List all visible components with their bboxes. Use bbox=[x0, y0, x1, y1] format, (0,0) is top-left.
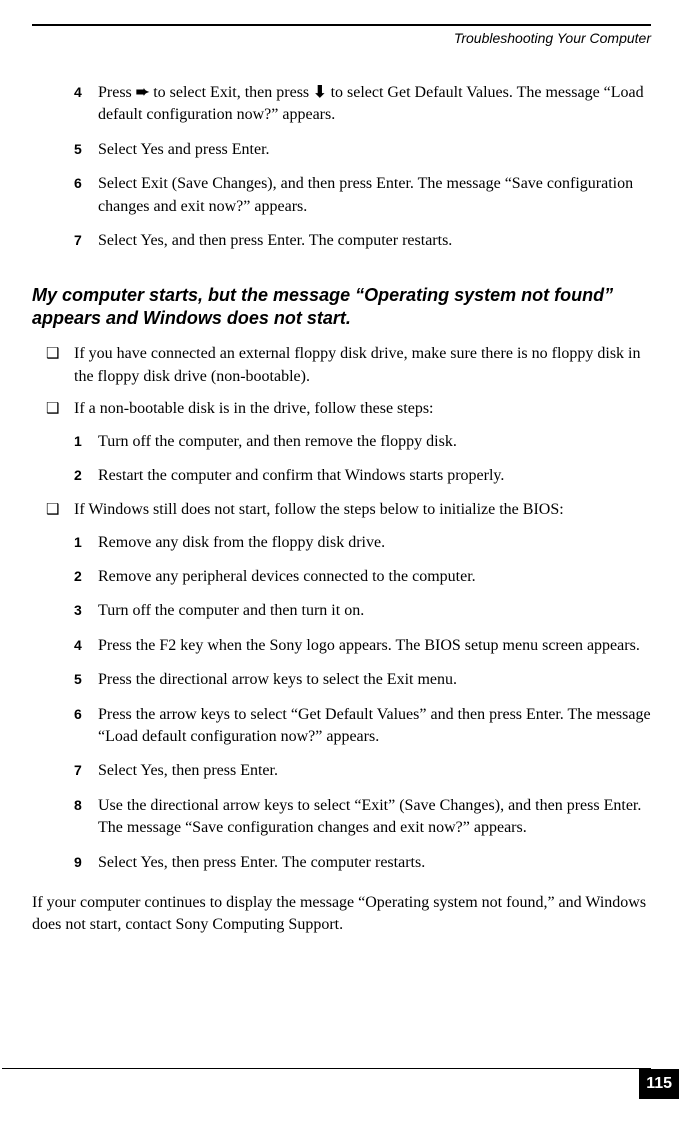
step-number: 1 bbox=[74, 532, 98, 554]
text: to select Exit, then press bbox=[149, 84, 313, 101]
bullet-icon: ❑ bbox=[46, 343, 74, 388]
substep: 5Press the directional arrow keys to sel… bbox=[32, 669, 651, 691]
bullet-item: ❑ If you have connected an external flop… bbox=[32, 343, 651, 388]
step-body: Turn off the computer, and then remove t… bbox=[98, 431, 651, 453]
step-body: Select Yes, then press Enter. bbox=[98, 760, 651, 782]
substep: 1 Turn off the computer, and then remove… bbox=[32, 431, 651, 453]
text: Press bbox=[98, 84, 136, 101]
step-body: Select Yes and press Enter. bbox=[98, 139, 651, 161]
step-number: 2 bbox=[74, 566, 98, 588]
footer-rule bbox=[2, 1068, 651, 1069]
step-body: Press the F2 key when the Sony logo appe… bbox=[98, 635, 651, 657]
header-rule bbox=[32, 24, 651, 26]
step-number: 5 bbox=[74, 139, 98, 161]
step-number: 9 bbox=[74, 852, 98, 874]
step-body: Remove any disk from the floppy disk dri… bbox=[98, 532, 651, 554]
step-body: Press the arrow keys to select “Get Defa… bbox=[98, 704, 651, 749]
step-body: Restart the computer and confirm that Wi… bbox=[98, 465, 651, 487]
step-7: 7 Select Yes, and then press Enter. The … bbox=[32, 230, 651, 252]
substep: 2Remove any peripheral devices connected… bbox=[32, 566, 651, 588]
step-body: Turn off the computer and then turn it o… bbox=[98, 600, 651, 622]
step-number: 6 bbox=[74, 173, 98, 218]
step-number: 8 bbox=[74, 795, 98, 840]
step-number: 6 bbox=[74, 704, 98, 749]
step-number: 7 bbox=[74, 230, 98, 252]
substep: 8Use the directional arrow keys to selec… bbox=[32, 795, 651, 840]
step-number: 4 bbox=[74, 635, 98, 657]
substep: 1Remove any disk from the floppy disk dr… bbox=[32, 532, 651, 554]
arrow-down-icon: ⬇ bbox=[313, 84, 326, 101]
arrow-right-icon: ➨ bbox=[136, 84, 149, 101]
substep: 3Turn off the computer and then turn it … bbox=[32, 600, 651, 622]
step-number: 3 bbox=[74, 600, 98, 622]
step-body: Press the directional arrow keys to sele… bbox=[98, 669, 651, 691]
step-number: 1 bbox=[74, 431, 98, 453]
closing-paragraph: If your computer continues to display th… bbox=[32, 892, 651, 937]
step-6: 6 Select Exit (Save Changes), and then p… bbox=[32, 173, 651, 218]
bullet-text: If you have connected an external floppy… bbox=[74, 343, 651, 388]
section-heading: My computer starts, but the message “Ope… bbox=[32, 284, 651, 329]
substep: 9Select Yes, then press Enter. The compu… bbox=[32, 852, 651, 874]
bullet-item: ❑ If a non-bootable disk is in the drive… bbox=[32, 398, 651, 420]
header-title: Troubleshooting Your Computer bbox=[32, 30, 651, 46]
bullet-icon: ❑ bbox=[46, 499, 74, 521]
step-body: Select Yes, then press Enter. The comput… bbox=[98, 852, 651, 874]
step-body: Remove any peripheral devices connected … bbox=[98, 566, 651, 588]
step-number: 7 bbox=[74, 760, 98, 782]
bullet-text: If a non-bootable disk is in the drive, … bbox=[74, 398, 651, 420]
step-5: 5 Select Yes and press Enter. bbox=[32, 139, 651, 161]
bullet-icon: ❑ bbox=[46, 398, 74, 420]
step-number: 5 bbox=[74, 669, 98, 691]
step-body: Select Yes, and then press Enter. The co… bbox=[98, 230, 651, 252]
step-number: 2 bbox=[74, 465, 98, 487]
substep: 6Press the arrow keys to select “Get Def… bbox=[32, 704, 651, 749]
page-number: 115 bbox=[639, 1069, 679, 1099]
step-body: Use the directional arrow keys to select… bbox=[98, 795, 651, 840]
bullet-text: If Windows still does not start, follow … bbox=[74, 499, 651, 521]
substep: 7Select Yes, then press Enter. bbox=[32, 760, 651, 782]
bullet-item: ❑ If Windows still does not start, follo… bbox=[32, 499, 651, 521]
step-body: Press ➨ to select Exit, then press ⬇ to … bbox=[98, 82, 651, 127]
page-footer: 115 bbox=[2, 1068, 679, 1099]
substep: 4Press the F2 key when the Sony logo app… bbox=[32, 635, 651, 657]
step-body: Select Exit (Save Changes), and then pre… bbox=[98, 173, 651, 218]
substep: 2 Restart the computer and confirm that … bbox=[32, 465, 651, 487]
step-4: 4 Press ➨ to select Exit, then press ⬇ t… bbox=[32, 82, 651, 127]
step-number: 4 bbox=[74, 82, 98, 127]
